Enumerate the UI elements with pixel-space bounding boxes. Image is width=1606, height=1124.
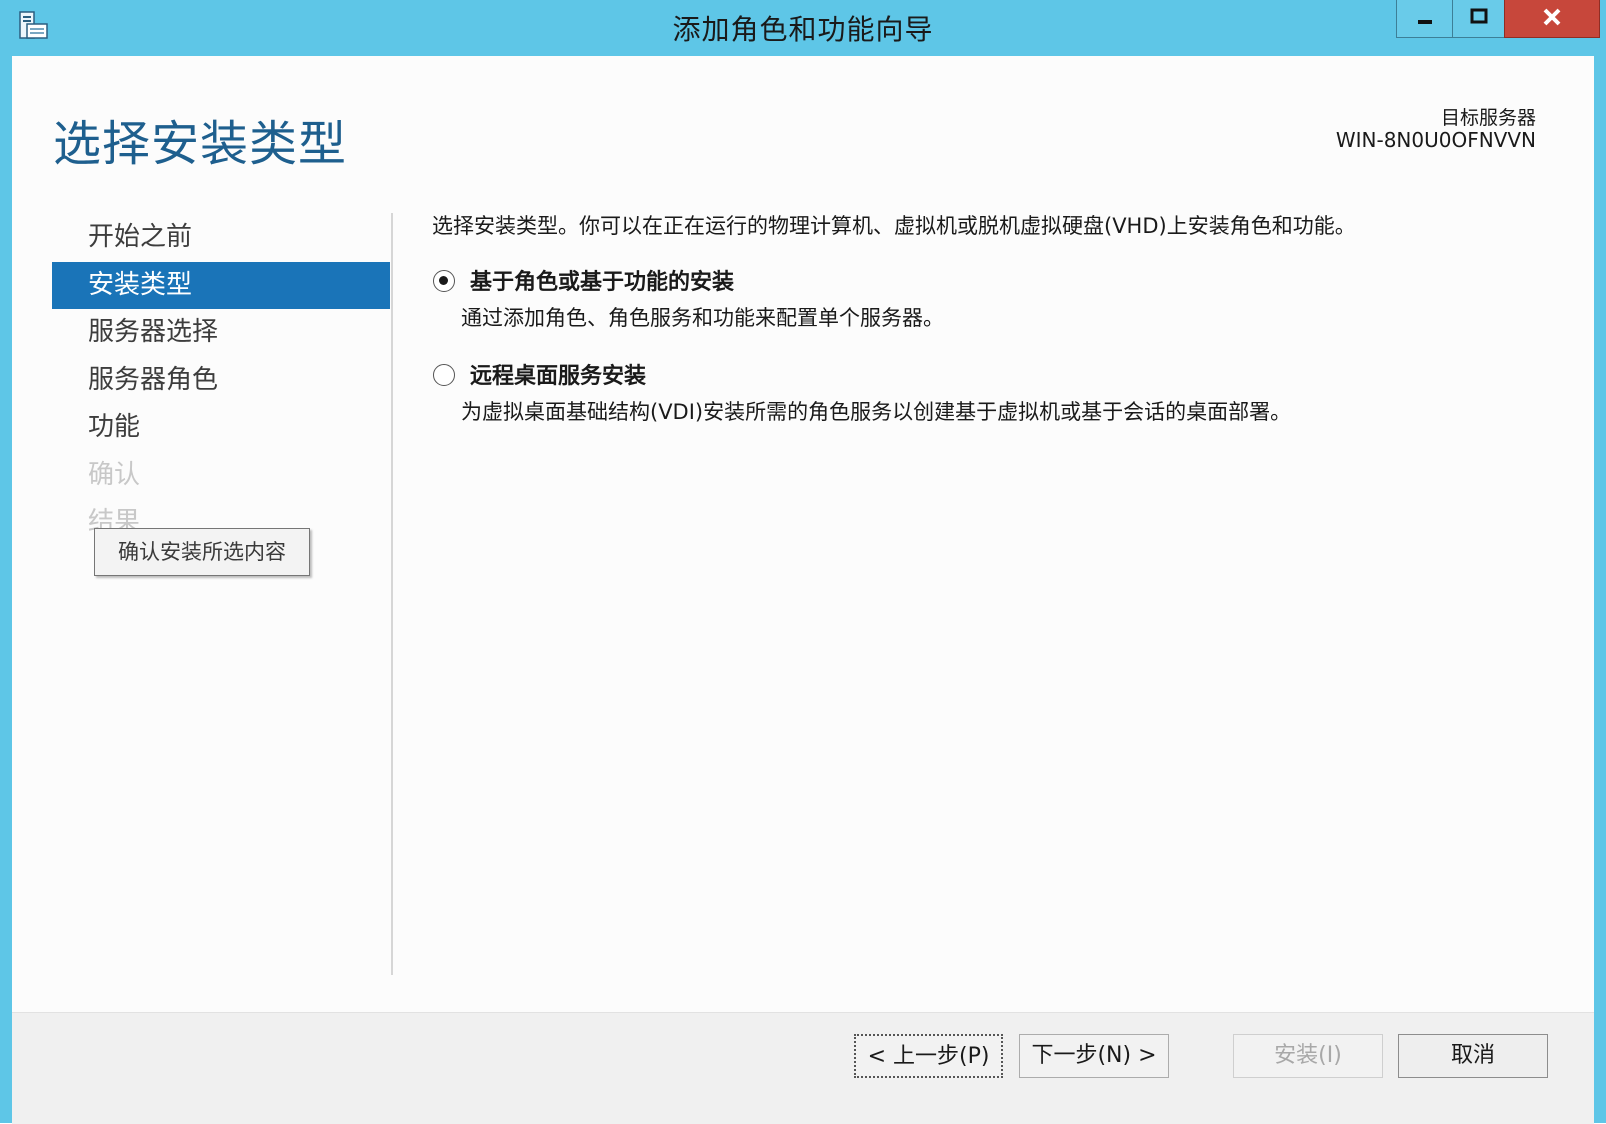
- nav-divider: [391, 213, 393, 975]
- option-role-based-description: 通过添加角色、角色服务和功能来配置单个服务器。: [461, 306, 944, 330]
- maximize-icon: [1469, 7, 1489, 31]
- close-button[interactable]: [1504, 0, 1600, 38]
- nav-item-before-you-begin[interactable]: 开始之前: [52, 214, 390, 262]
- previous-button[interactable]: < 上一步(P): [854, 1034, 1003, 1078]
- wizard-footer: < 上一步(P) 下一步(N) > 安装(I) 取消: [12, 1012, 1594, 1124]
- nav-item-server-roles[interactable]: 服务器角色: [52, 357, 390, 405]
- window-controls: [1396, 0, 1600, 38]
- maximize-button[interactable]: [1452, 0, 1504, 38]
- title-bar[interactable]: 添加角色和功能向导: [0, 0, 1606, 56]
- nav-item-confirmation: 确认: [88, 459, 141, 490]
- nav-tooltip: 确认安装所选内容: [94, 528, 310, 576]
- target-server-label: 目标服务器: [1440, 107, 1536, 129]
- wizard-step-nav: 开始之前 安装类型 服务器选择 服务器角色 功能 确认 结果: [52, 214, 390, 547]
- option-remote-desktop-label[interactable]: 远程桌面服务安装: [470, 358, 646, 390]
- nav-item-features[interactable]: 功能: [52, 404, 390, 452]
- option-remote-desktop-description: 为虚拟桌面基础结构(VDI)安装所需的角色服务以创建基于虚拟机或基于会话的桌面部…: [461, 400, 1292, 424]
- window-title: 添加角色和功能向导: [672, 13, 934, 46]
- page-title: 选择安装类型: [53, 116, 348, 172]
- nav-item-server-selection[interactable]: 服务器选择: [52, 309, 390, 357]
- wizard-window: 添加角色和功能向导 选择安装类型 目标服务器 WIN-8N0U0OFNVVN 开…: [0, 0, 1606, 1124]
- install-button: 安装(I): [1233, 1034, 1383, 1078]
- option-role-based-label[interactable]: 基于角色或基于功能的安装: [470, 264, 734, 296]
- intro-text: 选择安装类型。你可以在正在运行的物理计算机、虚拟机或脱机虚拟硬盘(VHD)上安装…: [432, 214, 1356, 238]
- radio-selected-dot: [439, 276, 448, 285]
- nav-item-installation-type[interactable]: 安装类型: [52, 261, 390, 309]
- close-icon: [1541, 7, 1563, 31]
- radio-remote-desktop[interactable]: [433, 364, 455, 386]
- next-button[interactable]: 下一步(N) >: [1019, 1034, 1169, 1078]
- cancel-button[interactable]: 取消: [1398, 1034, 1548, 1078]
- minimize-icon: [1415, 7, 1435, 31]
- minimize-button[interactable]: [1396, 0, 1452, 38]
- target-server-name: WIN-8N0U0OFNVVN: [1335, 128, 1536, 152]
- wizard-client-area: 选择安装类型 目标服务器 WIN-8N0U0OFNVVN 开始之前 安装类型 服…: [12, 56, 1594, 1124]
- radio-role-based[interactable]: [433, 270, 455, 292]
